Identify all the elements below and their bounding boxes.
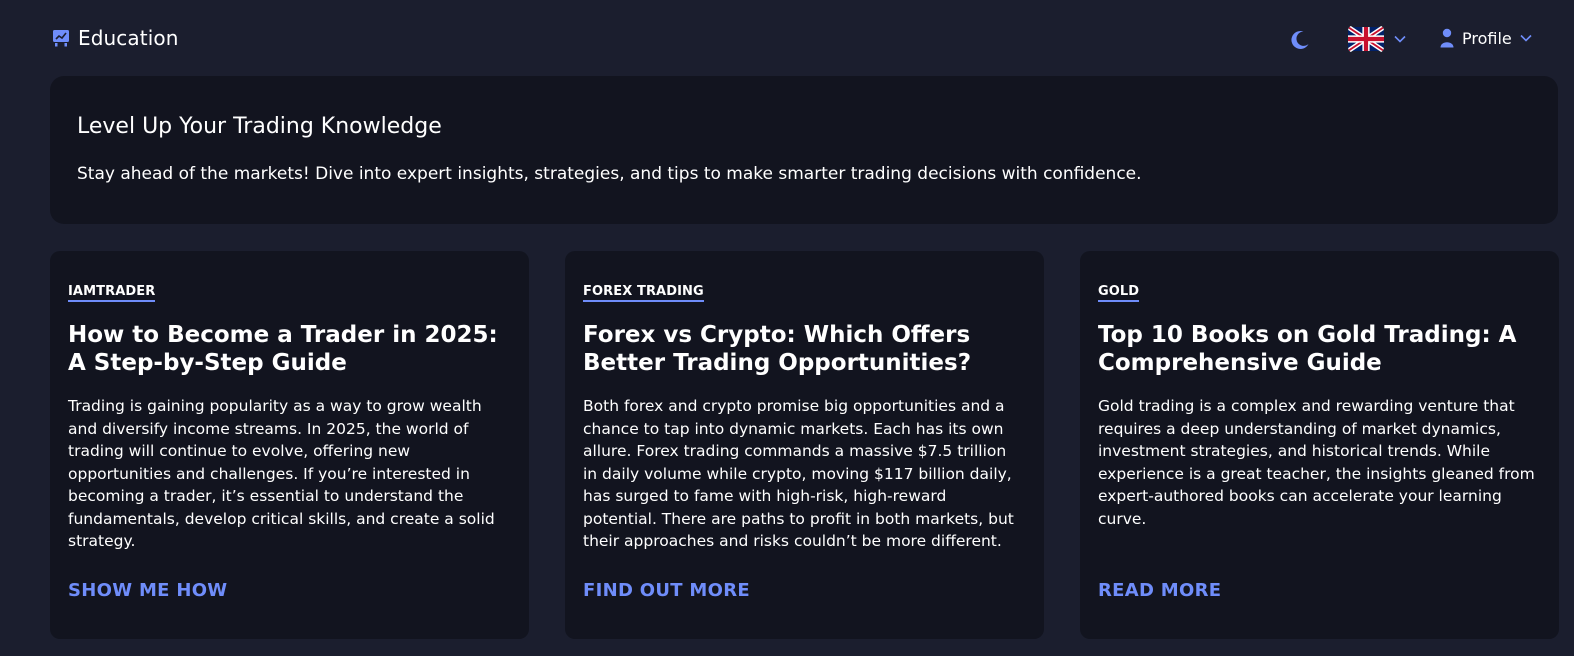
page-title: Education bbox=[78, 26, 179, 50]
show-me-how-link[interactable]: SHOW ME HOW bbox=[68, 580, 227, 601]
top-bar: Education Profile bbox=[0, 0, 1574, 76]
article-excerpt: Trading is gaining popularity as a way t… bbox=[68, 397, 495, 550]
language-selector[interactable] bbox=[1348, 25, 1406, 53]
article-category-link[interactable]: IAMTRADER bbox=[68, 284, 156, 302]
profile-menu[interactable]: Profile bbox=[1440, 28, 1532, 48]
chevron-down-icon bbox=[1520, 34, 1532, 42]
hero-banner: Level Up Your Trading Knowledge Stay ahe… bbox=[50, 76, 1558, 224]
article-title: Forex vs Crypto: Which Offers Better Tra… bbox=[583, 322, 972, 376]
profile-label: Profile bbox=[1462, 28, 1512, 48]
moon-icon bbox=[1291, 30, 1309, 49]
presentation-chart-icon bbox=[52, 29, 70, 47]
find-out-more-link[interactable]: FIND OUT MORE bbox=[583, 580, 750, 601]
user-icon bbox=[1440, 28, 1454, 48]
article-excerpt: Both forex and crypto promise big opport… bbox=[583, 397, 1014, 550]
read-more-link[interactable]: READ MORE bbox=[1098, 580, 1221, 601]
article-category-link[interactable]: GOLD bbox=[1098, 284, 1140, 302]
article-card: IAMTRADER How to Become a Trader in 2025… bbox=[50, 251, 529, 639]
chevron-down-icon bbox=[1394, 35, 1406, 43]
brand: Education bbox=[52, 26, 178, 50]
article-excerpt: Gold trading is a complex and rewarding … bbox=[1098, 397, 1535, 528]
article-card: GOLD Top 10 Books on Gold Trading: A Com… bbox=[1080, 251, 1559, 639]
article-card: FOREX TRADING Forex vs Crypto: Which Off… bbox=[565, 251, 1044, 639]
article-title: How to Become a Trader in 2025: A Step-b… bbox=[68, 322, 498, 376]
theme-toggle-button[interactable] bbox=[1288, 28, 1314, 54]
hero-title: Level Up Your Trading Knowledge bbox=[77, 114, 442, 139]
uk-flag-icon bbox=[1348, 25, 1384, 53]
article-category-link[interactable]: FOREX TRADING bbox=[583, 284, 704, 302]
hero-description: Stay ahead of the markets! Dive into exp… bbox=[77, 164, 1142, 184]
article-title: Top 10 Books on Gold Trading: A Comprehe… bbox=[1098, 322, 1517, 376]
